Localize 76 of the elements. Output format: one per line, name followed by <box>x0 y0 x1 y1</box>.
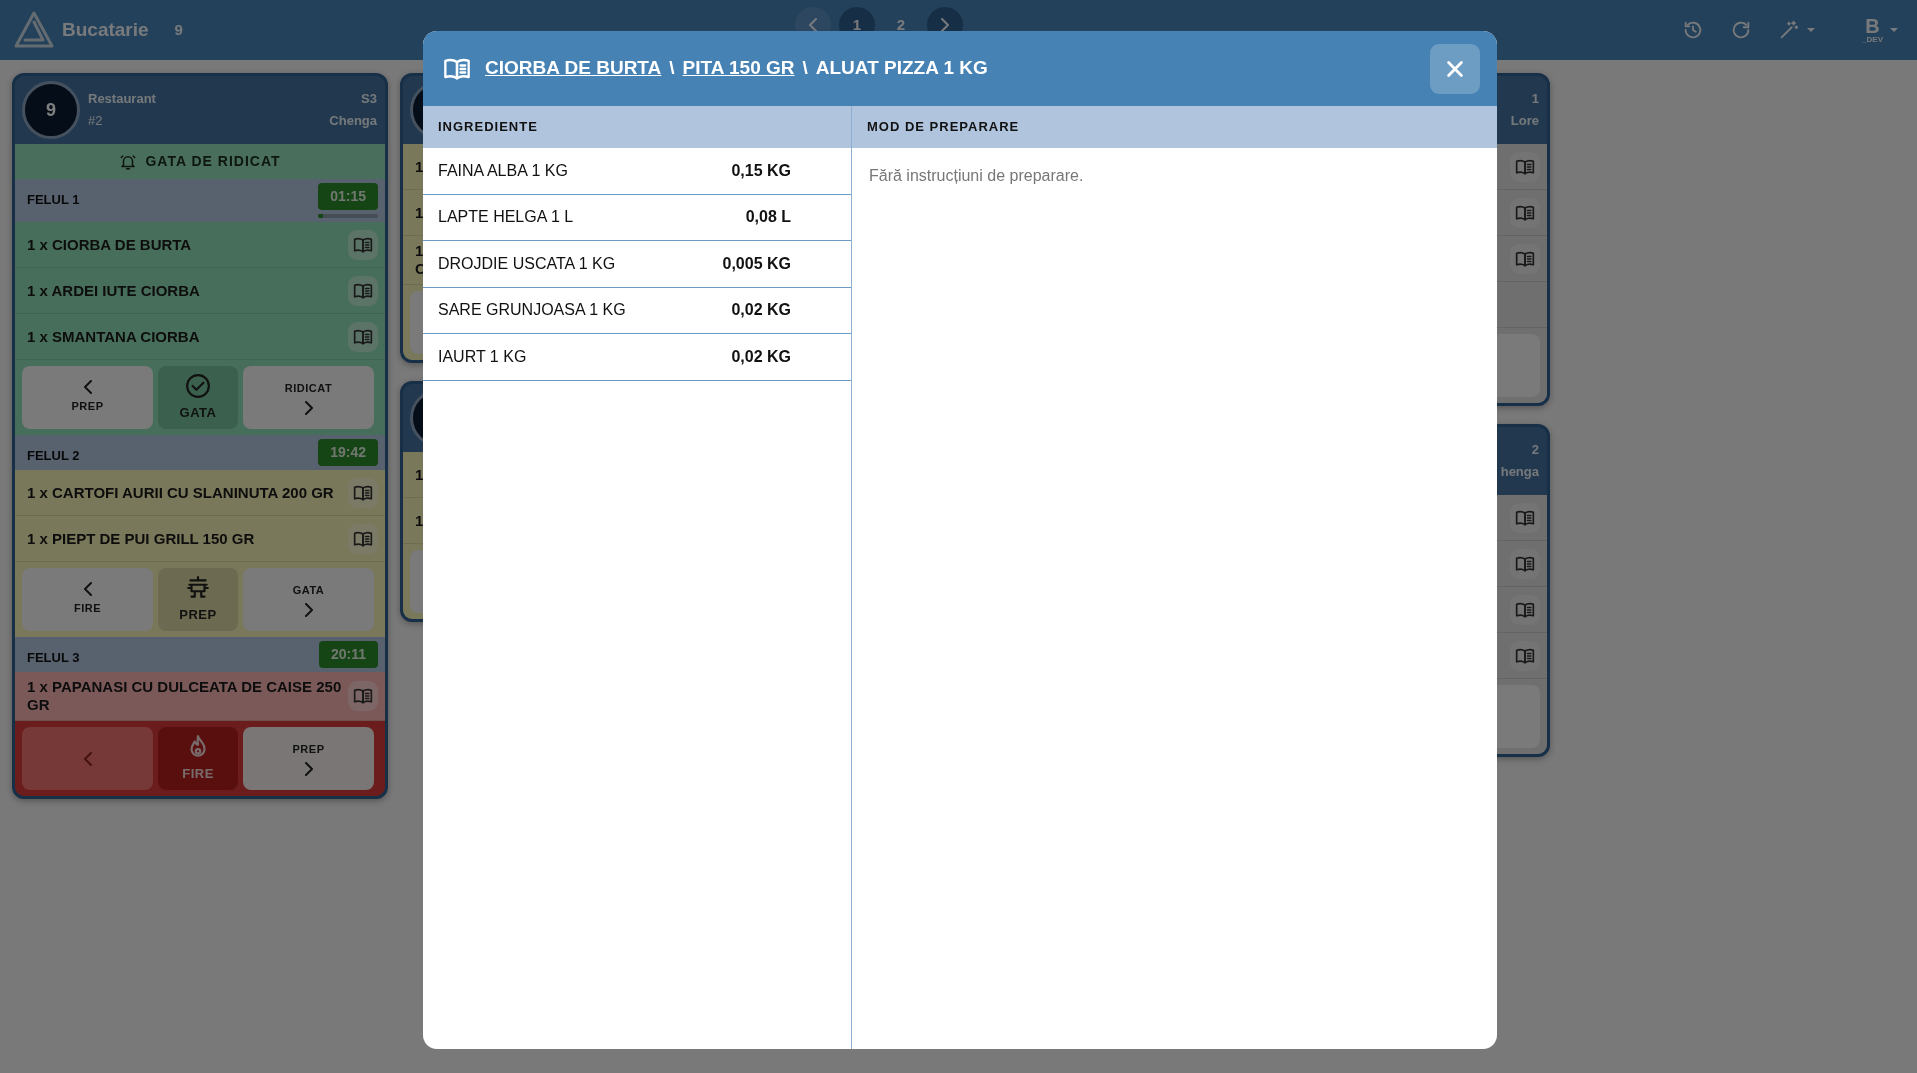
ingredient-name: SARE GRUNJOASA 1 KG <box>438 300 626 321</box>
breadcrumb-separator: \ <box>802 56 808 81</box>
check-circle-icon <box>185 372 211 399</box>
breadcrumb-separator: \ <box>669 56 675 81</box>
dish-name: 1 x CARTOFI AURII CU SLANINUTA 200 GR <box>27 483 334 502</box>
course-title: FELUL 3 <box>27 649 80 667</box>
course-title: FELUL 1 <box>27 191 80 209</box>
chevron-left-icon <box>82 582 93 597</box>
ingredient-name: LAPTE HELGA 1 L <box>438 207 574 228</box>
current-status-button[interactable]: GATA <box>158 366 238 429</box>
dish-name: 1 <box>415 157 425 176</box>
column-header: INGREDIENTE <box>423 106 851 148</box>
app-title: Bucatarie <box>62 17 149 42</box>
chevron-left-icon <box>808 18 818 32</box>
ingredient-name: FAINA ALBA 1 KG <box>438 160 568 181</box>
magic-wand-icon <box>1778 19 1801 41</box>
waiter-name: henga <box>1500 463 1539 481</box>
pot-icon <box>185 574 211 601</box>
order-number: #2 <box>88 112 104 130</box>
ingredient-quantity: 0,02 KG <box>731 300 791 321</box>
dish-name: 1 <box>415 511 425 530</box>
bell-icon <box>119 152 138 171</box>
ticket-number: 2 <box>1531 441 1539 459</box>
ingredient-name: IAURT 1 KG <box>438 346 527 367</box>
waiter-name: Chenga <box>329 112 377 130</box>
column-header: MOD DE PREPARARE <box>852 106 1497 148</box>
method-text: Fără instrucțiuni de preparare. <box>868 166 1085 186</box>
magic-wand-button[interactable] <box>1778 19 1817 41</box>
next-status-button[interactable]: GATA <box>243 568 374 631</box>
dish-name: 1 x SMANTANA CIORBA <box>27 327 200 346</box>
next-status-button[interactable]: PREP <box>243 727 374 790</box>
user-menu-button[interactable]: B _DEV <box>1862 16 1899 44</box>
chevron-right-icon <box>303 602 314 617</box>
previous-status-button[interactable]: FIRE <box>22 568 153 631</box>
dish-name: 1 x PIEPT DE PUI GRILL 150 GR <box>27 529 255 548</box>
order-count: 9 <box>174 19 183 40</box>
ingredient-quantity: 0,08 L <box>745 207 791 228</box>
table-badge: 9 <box>22 81 80 139</box>
ticket-number: 1 <box>1531 90 1539 108</box>
ingredient-quantity: 0,02 KG <box>731 346 791 367</box>
dish-name: 1 x CIORBA DE BURTA <box>27 235 192 254</box>
user-tag: _DEV <box>1862 36 1883 44</box>
current-status-button[interactable]: FIRE <box>158 727 238 790</box>
area-label: Restaurant <box>88 90 156 108</box>
breadcrumb-current: ALUAT PIZZA 1 KG <box>815 56 988 81</box>
ingredient-name: DROJDIE USCATA 1 KG <box>438 253 616 274</box>
logo-icon <box>14 10 54 50</box>
chevron-right-icon <box>303 400 314 415</box>
page-button[interactable]: 2 <box>883 7 919 43</box>
book-icon <box>353 686 373 706</box>
next-status-button[interactable]: RIDICAT <box>243 366 374 429</box>
ticket-number: S3 <box>361 90 377 108</box>
caret-icon <box>1889 27 1899 33</box>
ingredient-quantity: 0,15 KG <box>731 160 791 181</box>
breadcrumb-link[interactable]: PITA 150 GR <box>682 54 795 83</box>
chevron-left-icon <box>82 751 93 766</box>
course-title: FELUL 2 <box>27 447 80 465</box>
user-initial: B <box>1865 16 1880 36</box>
dish-name: 1 <box>415 203 425 222</box>
close-button[interactable] <box>1430 43 1480 94</box>
course-timer: 01:15 <box>318 183 378 210</box>
chevron-left-icon <box>82 380 93 395</box>
previous-status-button[interactable]: PREP <box>22 366 153 429</box>
chevron-right-icon <box>303 761 314 776</box>
course-timer: 20:11 <box>318 641 378 668</box>
dish-name: 1 <box>415 465 425 484</box>
current-status-button[interactable]: PREP <box>158 568 238 631</box>
banner-text: GATA DE RIDICAT <box>145 152 281 171</box>
dish-name: 1 x ARDEI IUTE CIORBA <box>27 281 200 300</box>
ingredient-quantity: 0,005 KG <box>722 253 791 274</box>
breadcrumb-link[interactable]: CIORBA DE BURTA <box>485 54 662 83</box>
chevron-right-icon <box>940 18 950 32</box>
course-timer: 19:42 <box>318 439 378 466</box>
dish-name: 1 x PAPANASI CU DULCEATA DE CAISE 250 GR <box>27 678 343 714</box>
caret-icon <box>1806 27 1817 33</box>
waiter-name: Lore <box>1510 112 1539 130</box>
